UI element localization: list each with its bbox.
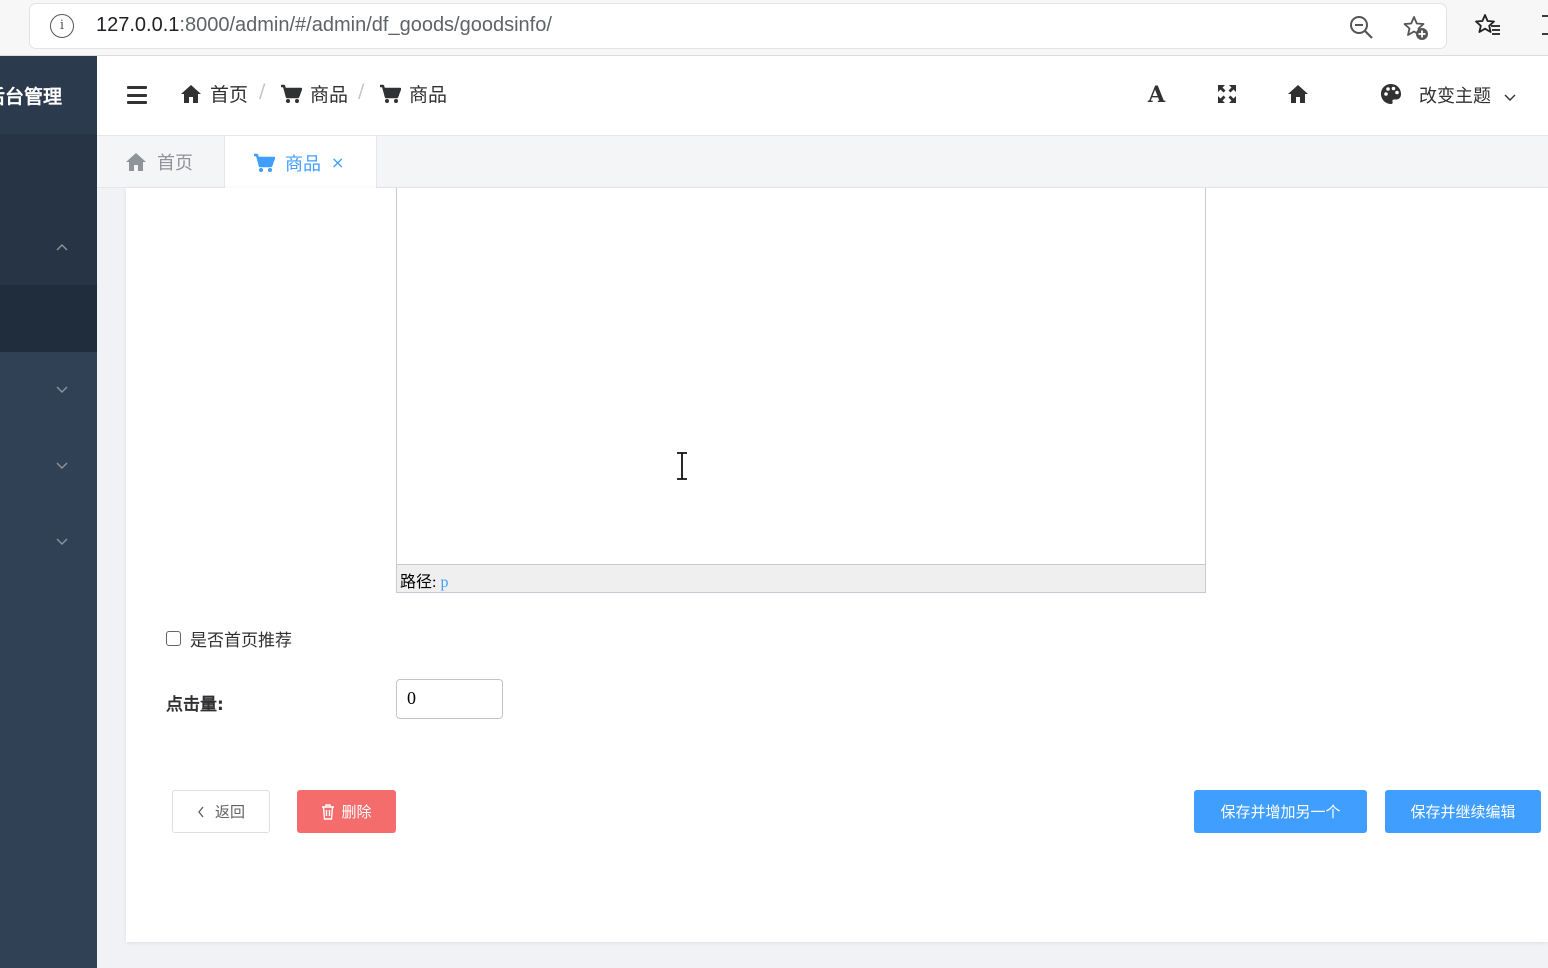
chevron-down-icon — [56, 386, 68, 393]
chevron-down-icon — [56, 538, 68, 545]
path-element-link[interactable]: p — [440, 574, 448, 591]
breadcrumb-separator: / — [358, 80, 365, 102]
breadcrumb-separator: / — [259, 80, 266, 102]
home-icon — [126, 153, 146, 171]
breadcrumb-home[interactable]: 首页 — [180, 80, 248, 107]
back-button[interactable]: 返回 — [172, 790, 270, 833]
form-panel: 路径: p 是否首页推荐 点击量: 0 返回 删除 保存并增加另一个 保存并继续… — [126, 188, 1548, 942]
home-icon — [181, 84, 201, 103]
editor-status-path: 路径: p — [397, 564, 1205, 592]
cart-icon — [281, 84, 302, 103]
home-icon[interactable] — [1287, 84, 1309, 104]
chevron-up-icon — [56, 244, 68, 251]
tab-bar: 首页 商品 × — [97, 136, 1548, 189]
extension-icon[interactable] — [1536, 12, 1548, 38]
menu-toggle-icon[interactable] — [127, 86, 147, 104]
font-size-icon[interactable]: A — [1148, 82, 1165, 108]
cart-icon — [380, 84, 401, 103]
tab-goods[interactable]: 商品 × — [224, 136, 377, 189]
clicks-label: 点击量: — [166, 695, 224, 715]
chevron-down-icon — [56, 462, 68, 469]
favorites-icon[interactable] — [1474, 12, 1502, 40]
clicks-input[interactable]: 0 — [396, 679, 503, 719]
fullscreen-icon[interactable] — [1217, 84, 1237, 104]
logo-title: 后台管理 — [0, 86, 63, 108]
sidebar-submenu-3[interactable] — [0, 428, 97, 504]
save-and-continue-button[interactable]: 保存并继续编辑 — [1385, 790, 1541, 833]
add-favorite-icon[interactable] — [1402, 14, 1430, 42]
theme-dropdown[interactable]: 改变主题 — [1419, 82, 1517, 108]
address-bar[interactable]: i 127.0.0.1:8000/admin/#/admin/df_goods/… — [30, 4, 1446, 48]
sidebar-submenu-2[interactable] — [0, 352, 97, 428]
chevron-down-icon — [1504, 94, 1516, 101]
logo-area: 后台管理 — [0, 56, 97, 134]
sidebar-menu-item-1[interactable] — [0, 134, 97, 210]
tab-close-icon[interactable]: × — [331, 153, 344, 172]
text-cursor-icon — [677, 452, 687, 480]
trash-icon — [322, 803, 335, 820]
breadcrumb-goods[interactable]: 商品 — [280, 80, 348, 107]
sidebar: 后台管理 — [0, 56, 97, 968]
cart-icon — [254, 153, 275, 172]
zoom-out-icon[interactable] — [1348, 14, 1374, 40]
save-and-add-another-button[interactable]: 保存并增加另一个 — [1194, 790, 1367, 833]
sidebar-submenu-item-active[interactable] — [0, 285, 97, 352]
browser-toolbar: i 127.0.0.1:8000/admin/#/admin/df_goods/… — [0, 0, 1548, 56]
recommend-row: 是否首页推荐 — [166, 626, 292, 651]
tab-home[interactable]: 首页 — [125, 136, 193, 188]
sidebar-submenu-4[interactable] — [0, 504, 97, 580]
breadcrumb-current: 商品 — [379, 80, 447, 107]
url-text[interactable]: 127.0.0.1:8000/admin/#/admin/df_goods/go… — [96, 14, 552, 37]
chevron-left-icon — [198, 806, 204, 817]
rich-text-editor[interactable]: 路径: p — [396, 188, 1206, 593]
sidebar-submenu-1[interactable] — [0, 210, 97, 285]
site-info-icon[interactable]: i — [50, 14, 74, 38]
delete-button[interactable]: 删除 — [297, 790, 396, 833]
palette-icon[interactable] — [1380, 83, 1402, 105]
recommend-label[interactable]: 是否首页推荐 — [190, 626, 292, 651]
recommend-checkbox[interactable] — [166, 631, 181, 646]
top-header: 首页 / 商品 / 商品 A 改变主题 — [97, 56, 1548, 136]
